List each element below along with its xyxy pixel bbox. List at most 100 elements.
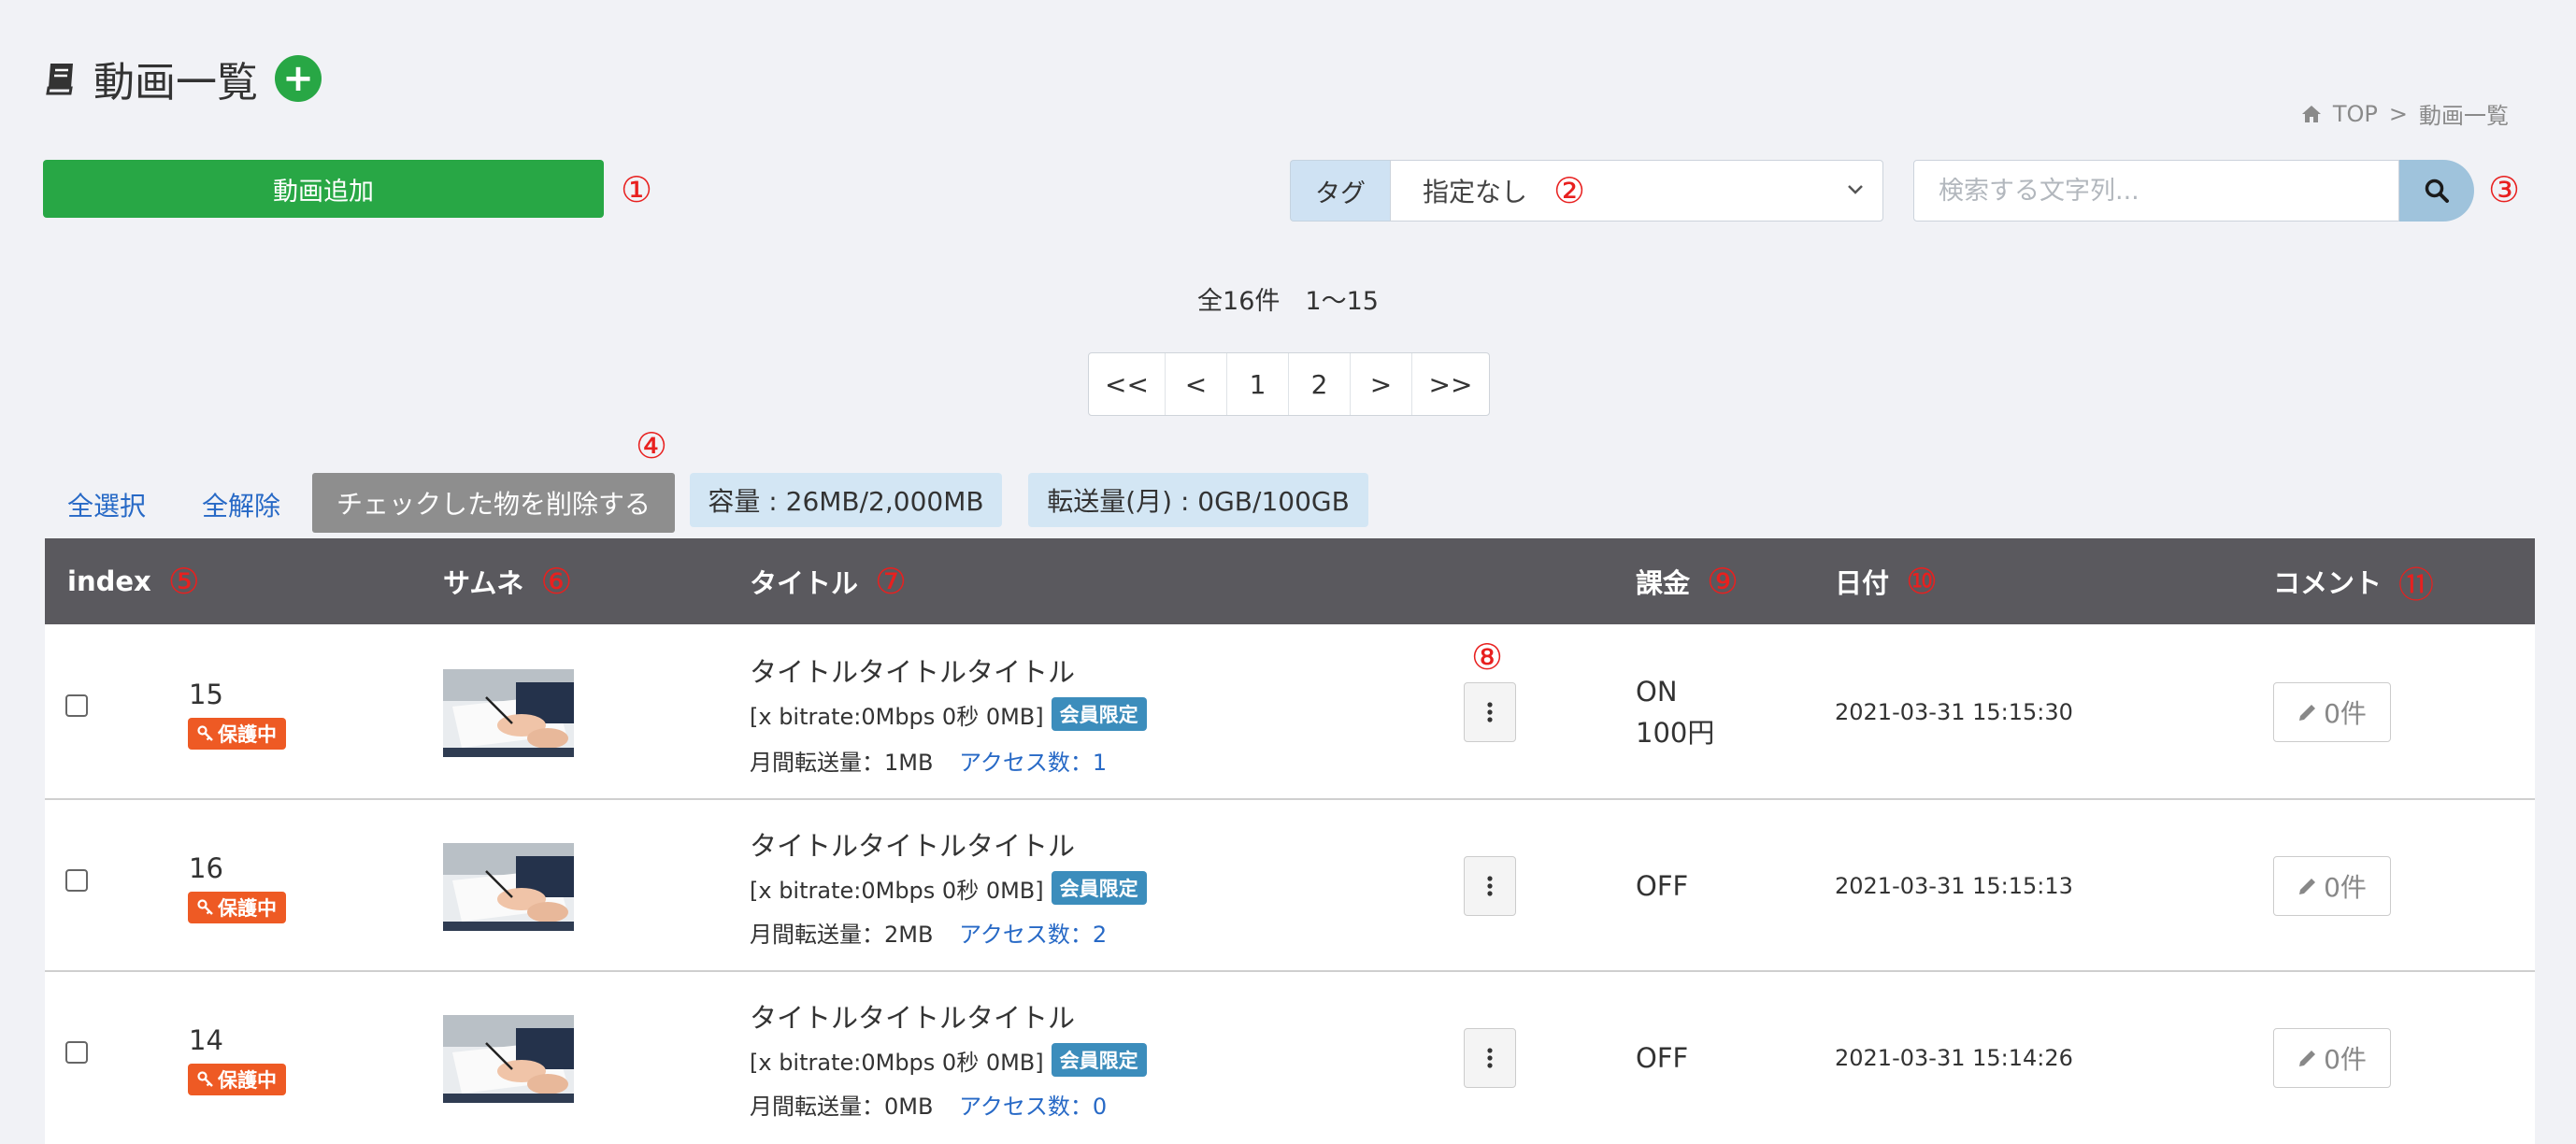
- column-comment-label: コメント: [2273, 567, 2383, 599]
- breadcrumb-separator: >: [2388, 100, 2408, 127]
- charge-status: OFF: [1636, 870, 1689, 902]
- video-thumbnail[interactable]: [443, 669, 574, 757]
- kebab-menu-icon: [1487, 876, 1493, 896]
- thumbnail-image: [443, 669, 574, 757]
- annotation-2: ②: [1553, 170, 1586, 211]
- column-title-label: タイトル: [750, 567, 859, 599]
- kebab-menu-icon: [1487, 1048, 1493, 1068]
- annotation-5: ⑤: [167, 561, 200, 602]
- video-title[interactable]: タイトルタイトルタイトル: [750, 824, 1075, 864]
- charge-status: OFF: [1636, 1042, 1689, 1074]
- transfer-badge: 転送量(月) : 0GB/100GB: [1028, 473, 1368, 527]
- video-bitrate: [x bitrate:0Mbps 0秒 0MB] 会員限定: [750, 871, 1147, 905]
- video-bitrate: [x bitrate:0Mbps 0秒 0MB] 会員限定: [750, 697, 1147, 731]
- row-index: 16: [189, 852, 223, 884]
- column-date[interactable]: 日付 ⑩: [1835, 538, 1938, 624]
- page-first[interactable]: <<: [1089, 353, 1166, 415]
- member-only-badge: 会員限定: [1051, 871, 1147, 905]
- breadcrumb: TOP > 動画一覧: [2301, 97, 2509, 130]
- comment-count: 0件: [2324, 1044, 2367, 1075]
- video-title[interactable]: タイトルタイトルタイトル: [750, 651, 1075, 690]
- column-thumbnail: サムネ ⑥: [443, 538, 573, 624]
- video-stats: 月間転送量：0MB アクセス数：0: [750, 1088, 1107, 1121]
- table-row: 14 保護中 タイトルタイトルタイトル [x bitrate:0Mbps 0秒 …: [45, 972, 2535, 1144]
- monthly-transfer: 月間転送量：1MB: [750, 750, 934, 776]
- row-menu-button[interactable]: [1464, 682, 1516, 742]
- video-stats: 月間転送量：1MB アクセス数：1: [750, 744, 1107, 777]
- protected-badge-label: 保護中: [218, 1069, 277, 1092]
- page-prev[interactable]: <: [1166, 353, 1227, 415]
- deselect-all-link[interactable]: 全解除: [202, 486, 280, 523]
- access-count-link[interactable]: アクセス数：0: [959, 1094, 1107, 1120]
- delete-checked-button[interactable]: チェックした物を削除する: [312, 473, 675, 533]
- search-group: [1913, 160, 2474, 222]
- row-checkbox[interactable]: [65, 694, 88, 717]
- table-row: 15 保護中 タイトルタイトルタイトル [x bitrate:0Mbps 0秒 …: [45, 624, 2535, 800]
- page-2[interactable]: 2: [1289, 353, 1351, 415]
- annotation-10: ⑩: [1906, 561, 1939, 602]
- charge-cell: OFF: [1636, 1037, 1688, 1079]
- plus-circle-icon[interactable]: +: [275, 55, 322, 102]
- annotation-8: ⑧: [1471, 636, 1504, 678]
- protected-badge-label: 保護中: [218, 723, 277, 746]
- tag-select[interactable]: 指定なし ②: [1390, 160, 1883, 222]
- protected-badge: 保護中: [188, 718, 286, 750]
- comment-button[interactable]: 0件: [2273, 856, 2391, 916]
- access-count-link[interactable]: アクセス数：2: [959, 922, 1107, 948]
- page-1[interactable]: 1: [1227, 353, 1289, 415]
- annotation-11: ⑪: [2398, 564, 2435, 606]
- page-next[interactable]: >: [1351, 353, 1412, 415]
- tag-filter: タグ 指定なし ②: [1290, 160, 1883, 222]
- row-index: 15: [189, 679, 223, 710]
- bitrate-text: [x bitrate:0Mbps 0秒 0MB]: [750, 703, 1044, 730]
- add-video-button[interactable]: 動画追加: [43, 160, 604, 218]
- row-checkbox[interactable]: [65, 1041, 88, 1064]
- charge-cell: ON 100円: [1636, 671, 1714, 753]
- pencil-icon: [2299, 879, 2316, 894]
- row-date: 2021-03-31 15:15:30: [1835, 699, 2073, 725]
- column-index[interactable]: index ⑤: [67, 538, 200, 624]
- row-menu-button[interactable]: [1464, 856, 1516, 916]
- monthly-transfer: 月間転送量：0MB: [750, 1094, 934, 1120]
- chevron-down-icon: [1848, 185, 1863, 194]
- member-only-badge: 会員限定: [1051, 697, 1147, 731]
- row-date: 2021-03-31 15:14:26: [1835, 1045, 2073, 1071]
- select-all-link[interactable]: 全選択: [67, 486, 146, 523]
- key-icon: [197, 899, 213, 915]
- protected-badge: 保護中: [188, 1064, 286, 1095]
- protected-badge: 保護中: [188, 892, 286, 923]
- video-thumbnail[interactable]: [443, 1015, 574, 1103]
- column-index-label: index: [67, 565, 151, 597]
- kebab-menu-icon: [1487, 702, 1493, 722]
- charge-status: ON: [1636, 676, 1678, 708]
- tag-select-value: 指定なし: [1423, 177, 1528, 207]
- video-bitrate: [x bitrate:0Mbps 0秒 0MB] 会員限定: [750, 1043, 1147, 1077]
- result-count: 全16件 1〜15: [1197, 287, 1379, 316]
- column-title[interactable]: タイトル ⑦: [750, 538, 907, 624]
- column-comment: コメント ⑪: [2273, 538, 2434, 624]
- access-count-link[interactable]: アクセス数：1: [959, 750, 1107, 776]
- bitrate-text: [x bitrate:0Mbps 0秒 0MB]: [750, 1049, 1044, 1076]
- column-thumbnail-label: サムネ: [443, 567, 524, 599]
- comment-button[interactable]: 0件: [2273, 1028, 2391, 1088]
- home-icon: [2301, 105, 2321, 122]
- column-charge[interactable]: 課金 ⑨: [1636, 538, 1739, 624]
- breadcrumb-current: 動画一覧: [2419, 103, 2509, 129]
- annotation-1: ①: [621, 169, 653, 210]
- capacity-badge: 容量 : 26MB/2,000MB: [690, 473, 1002, 527]
- annotation-6: ⑥: [540, 561, 573, 602]
- annotation-7: ⑦: [875, 561, 908, 602]
- table-header: index ⑤ サムネ ⑥ タイトル ⑦ 課金 ⑨ 日付 ⑩ コメント ⑪: [45, 538, 2535, 624]
- pencil-icon: [2299, 1051, 2316, 1066]
- row-menu-button[interactable]: [1464, 1028, 1516, 1088]
- row-checkbox[interactable]: [65, 869, 88, 892]
- search-button[interactable]: [2399, 160, 2474, 222]
- page-last[interactable]: >>: [1412, 353, 1489, 415]
- video-thumbnail[interactable]: [443, 843, 574, 931]
- comment-button[interactable]: 0件: [2273, 682, 2391, 742]
- monthly-transfer: 月間転送量：2MB: [750, 922, 934, 948]
- video-title[interactable]: タイトルタイトルタイトル: [750, 996, 1075, 1036]
- column-date-label: 日付: [1835, 567, 1890, 599]
- breadcrumb-home[interactable]: TOP: [2333, 101, 2378, 127]
- search-input[interactable]: [1913, 160, 2399, 222]
